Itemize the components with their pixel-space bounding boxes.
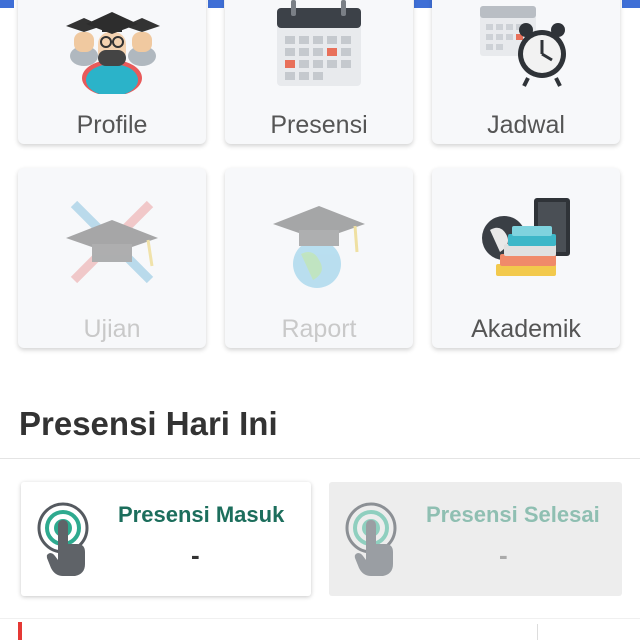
presensi-selesai-title: Presensi Selesai (426, 502, 600, 527)
globe-books-icon (482, 198, 570, 276)
list-item-divider (537, 624, 538, 640)
menu-tile-label: Jadwal (487, 111, 565, 139)
menu-tile-akademik[interactable]: Akademik (432, 168, 620, 348)
top-bar-segment (414, 0, 432, 8)
presensi-masuk-card[interactable]: Presensi Masuk - (21, 482, 311, 596)
menu-tile-label: Profile (76, 111, 148, 139)
touch-finger-icon (345, 502, 397, 576)
menu-tile-profile[interactable]: Profile (18, 0, 206, 144)
graduation-globe-icon (273, 206, 365, 288)
presensi-selesai-value: - (499, 540, 508, 570)
top-bar-segment (208, 0, 224, 8)
menu-tile-label: Ujian (83, 315, 141, 343)
next-list-item[interactable] (0, 618, 640, 641)
calendar-clock-icon (480, 6, 566, 87)
menu-tile-jadwal[interactable]: Jadwal (432, 0, 620, 144)
section-divider (0, 458, 640, 459)
exam-cap-pencils-icon (66, 200, 158, 284)
top-bar-segment (0, 0, 14, 8)
menu-tile-label: Raport (281, 315, 357, 343)
menu-tile-label: Presensi (270, 111, 368, 139)
top-bar-segment (622, 0, 640, 8)
calendar-icon (277, 0, 361, 86)
presensi-masuk-title: Presensi Masuk (118, 502, 285, 527)
presensi-selesai-card[interactable]: Presensi Selesai - (329, 482, 622, 596)
touch-finger-icon (37, 502, 89, 576)
status-indicator (18, 622, 22, 640)
menu-tile-raport[interactable]: Raport (225, 168, 413, 348)
presensi-masuk-value: - (191, 540, 200, 570)
menu-tile-label: Akademik (471, 315, 581, 343)
section-title: Presensi Hari Ini (19, 405, 278, 442)
menu-tile-presensi[interactable]: Presensi (225, 0, 413, 144)
graduates-icon (66, 12, 160, 94)
menu-tile-ujian[interactable]: Ujian (18, 168, 206, 348)
